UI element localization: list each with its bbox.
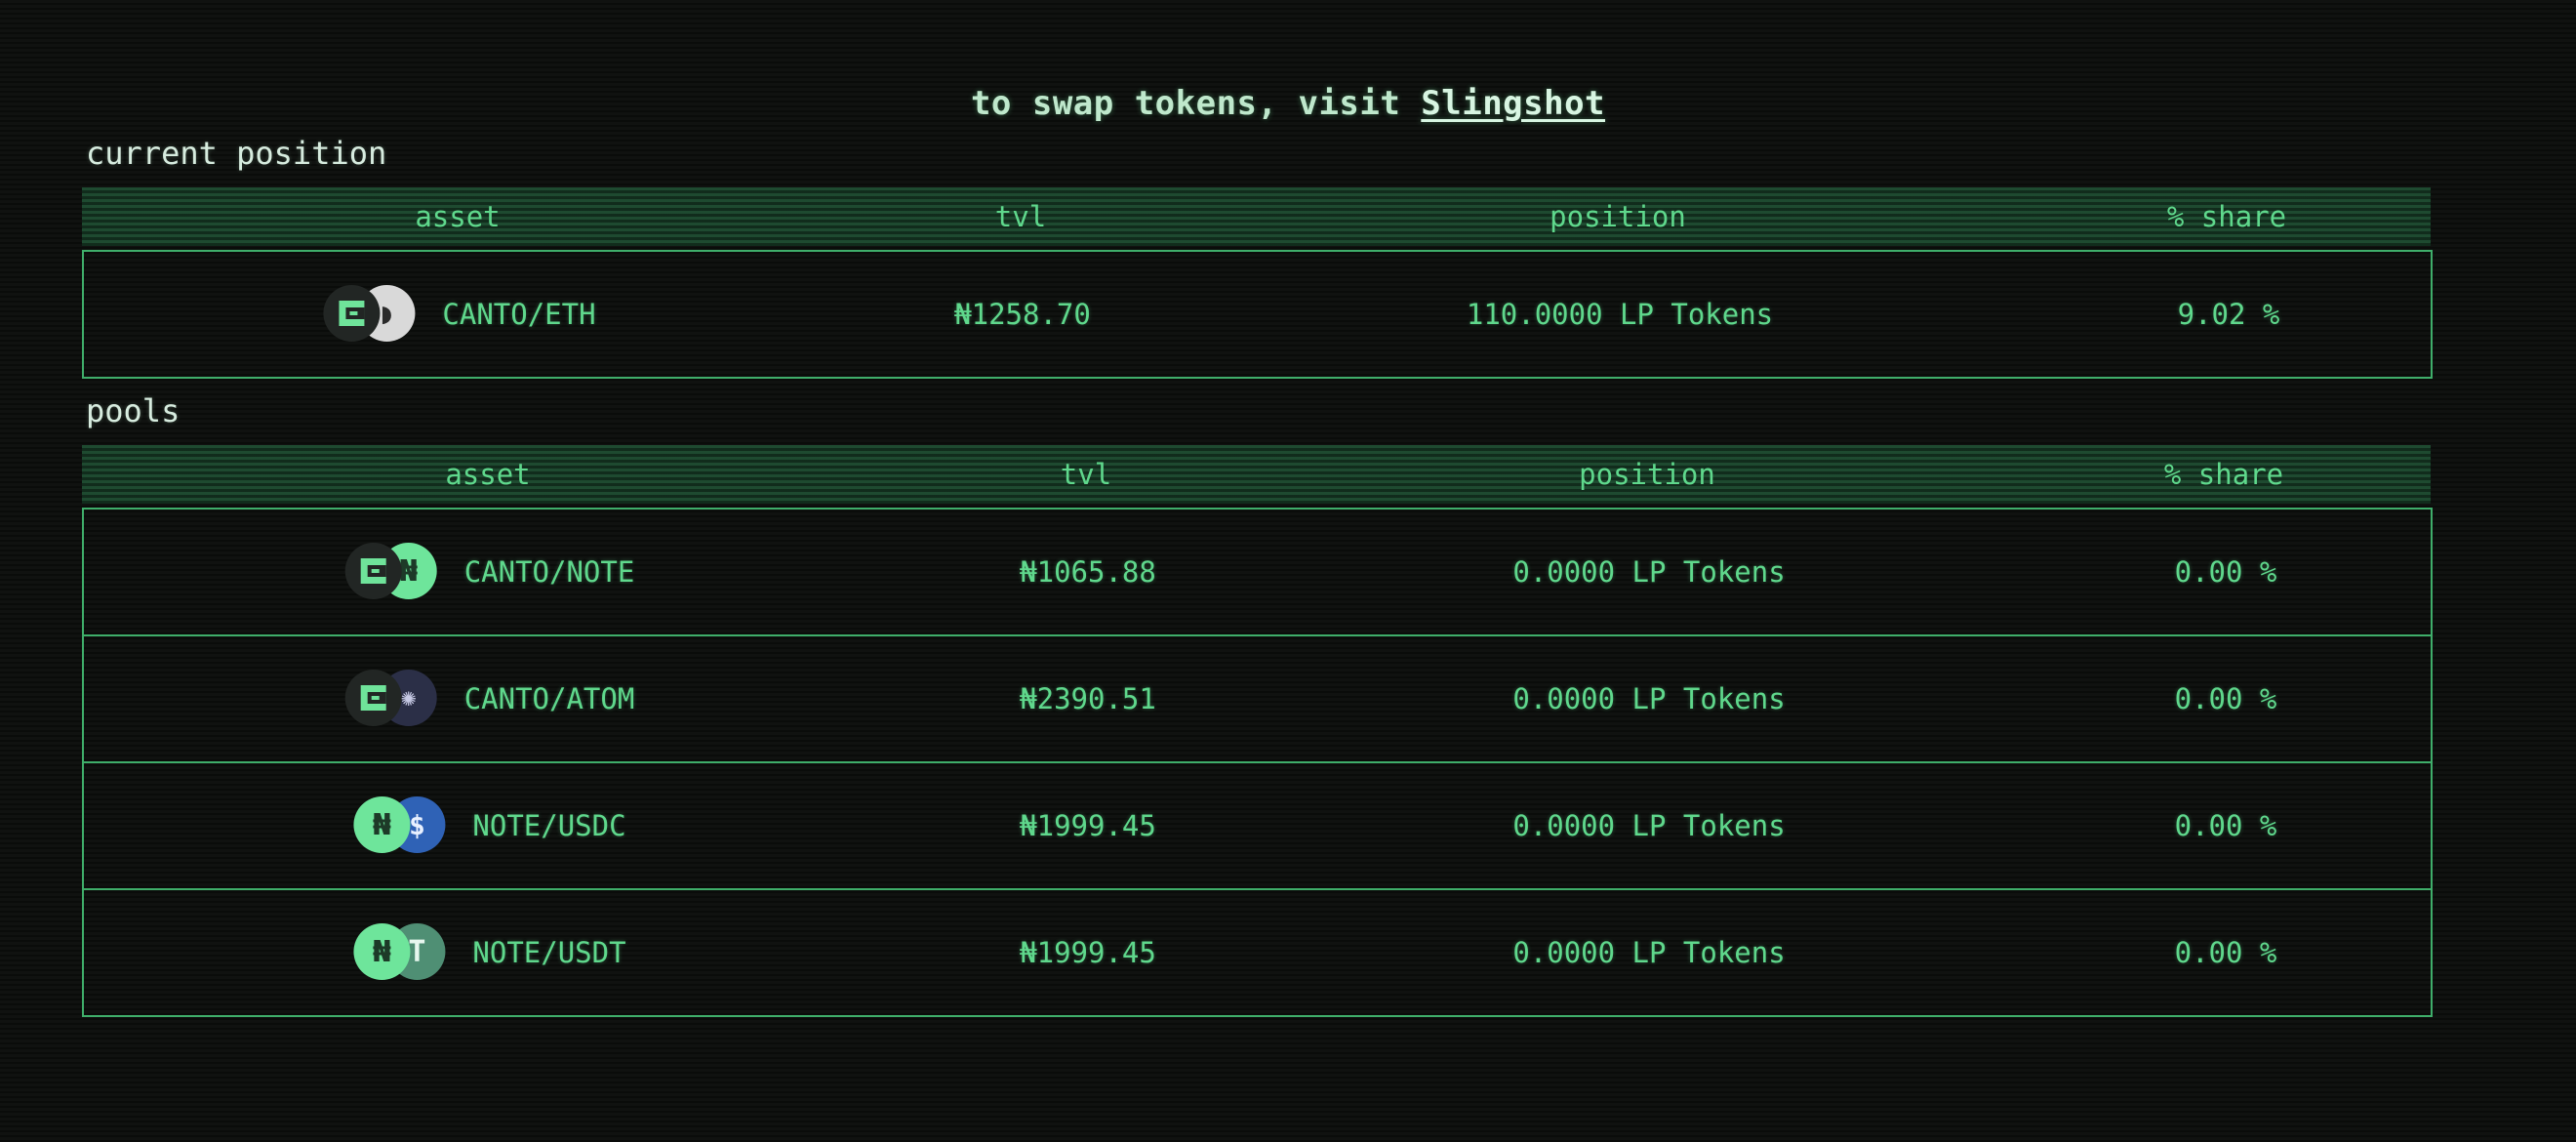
asset-cell: ₦ $ NOTE/USDC: [353, 763, 626, 888]
note-icon: ₦: [353, 796, 411, 853]
pool-row-note-usdc[interactable]: ₦ $ NOTE/USDC ₦1999.45 0.0000 LP Tokens …: [82, 761, 2433, 890]
header-asset: asset: [415, 200, 501, 233]
header-tvl: tvl: [994, 200, 1047, 233]
asset-name: CANTO/ETH: [442, 298, 596, 331]
canto-icon: [344, 670, 402, 726]
canto-icon: [323, 285, 381, 342]
tvl-value: ₦1999.45: [1020, 809, 1156, 842]
header-position: position: [1579, 458, 1715, 491]
note-icon: ₦: [353, 923, 411, 980]
slingshot-link[interactable]: Slingshot: [1421, 84, 1605, 123]
position-value: 110.0000 LP Tokens: [1466, 298, 1774, 331]
header-position: position: [1550, 200, 1686, 233]
tvl-value: ₦1258.70: [954, 298, 1091, 331]
asset-name: CANTO/ATOM: [463, 682, 635, 715]
asset-cell: ₦ T NOTE/USDT: [353, 890, 626, 1015]
position-value: 0.0000 LP Tokens: [1512, 936, 1786, 969]
share-value: 0.00 %: [2174, 936, 2277, 969]
swap-banner-text: to swap tokens, visit: [970, 84, 1422, 123]
position-value: 0.0000 LP Tokens: [1512, 809, 1786, 842]
token-pair-icons: ₦ T: [353, 923, 447, 982]
pools-title: pools: [86, 392, 181, 429]
token-pair-icons: ₦: [344, 543, 439, 601]
swap-banner: to swap tokens, visit Slingshot: [0, 84, 2576, 123]
header-share: % share: [2163, 458, 2284, 491]
asset-cell: ◗ CANTO/ETH: [323, 252, 596, 377]
token-pair-icons: ₦ $: [353, 796, 447, 855]
pool-row-note-usdt[interactable]: ₦ T NOTE/USDT ₦1999.45 0.0000 LP Tokens …: [82, 888, 2433, 1017]
pool-row-canto-atom[interactable]: ✺ CANTO/ATOM ₦2390.51 0.0000 LP Tokens 0…: [82, 634, 2433, 763]
asset-cell: ₦ CANTO/NOTE: [344, 510, 635, 634]
asset-name: CANTO/NOTE: [463, 555, 635, 589]
header-asset: asset: [445, 458, 531, 491]
tvl-value: ₦1065.88: [1020, 555, 1156, 589]
tvl-value: ₦1999.45: [1020, 936, 1156, 969]
asset-name: NOTE/USDT: [472, 936, 626, 969]
share-value: 0.00 %: [2174, 555, 2277, 589]
header-tvl: tvl: [1060, 458, 1112, 491]
share-value: 0.00 %: [2174, 809, 2277, 842]
current-position-title: current position: [86, 135, 387, 172]
header-share: % share: [2166, 200, 2287, 233]
position-value: 0.0000 LP Tokens: [1512, 682, 1786, 715]
pools-header: asset tvl position % share: [82, 445, 2431, 504]
canto-icon: [344, 543, 402, 599]
asset-cell: ✺ CANTO/ATOM: [344, 636, 635, 761]
token-pair-icons: ✺: [344, 670, 439, 728]
share-value: 9.02 %: [2177, 298, 2280, 331]
pool-row-canto-note[interactable]: ₦ CANTO/NOTE ₦1065.88 0.0000 LP Tokens 0…: [82, 508, 2433, 636]
current-position-header: asset tvl position % share: [82, 187, 2431, 246]
token-pair-icons: ◗: [323, 285, 417, 344]
share-value: 0.00 %: [2174, 682, 2277, 715]
position-value: 0.0000 LP Tokens: [1512, 555, 1786, 589]
tvl-value: ₦2390.51: [1020, 682, 1156, 715]
asset-name: NOTE/USDC: [472, 809, 626, 842]
position-row-canto-eth[interactable]: ◗ CANTO/ETH ₦1258.70 110.0000 LP Tokens …: [82, 250, 2433, 379]
